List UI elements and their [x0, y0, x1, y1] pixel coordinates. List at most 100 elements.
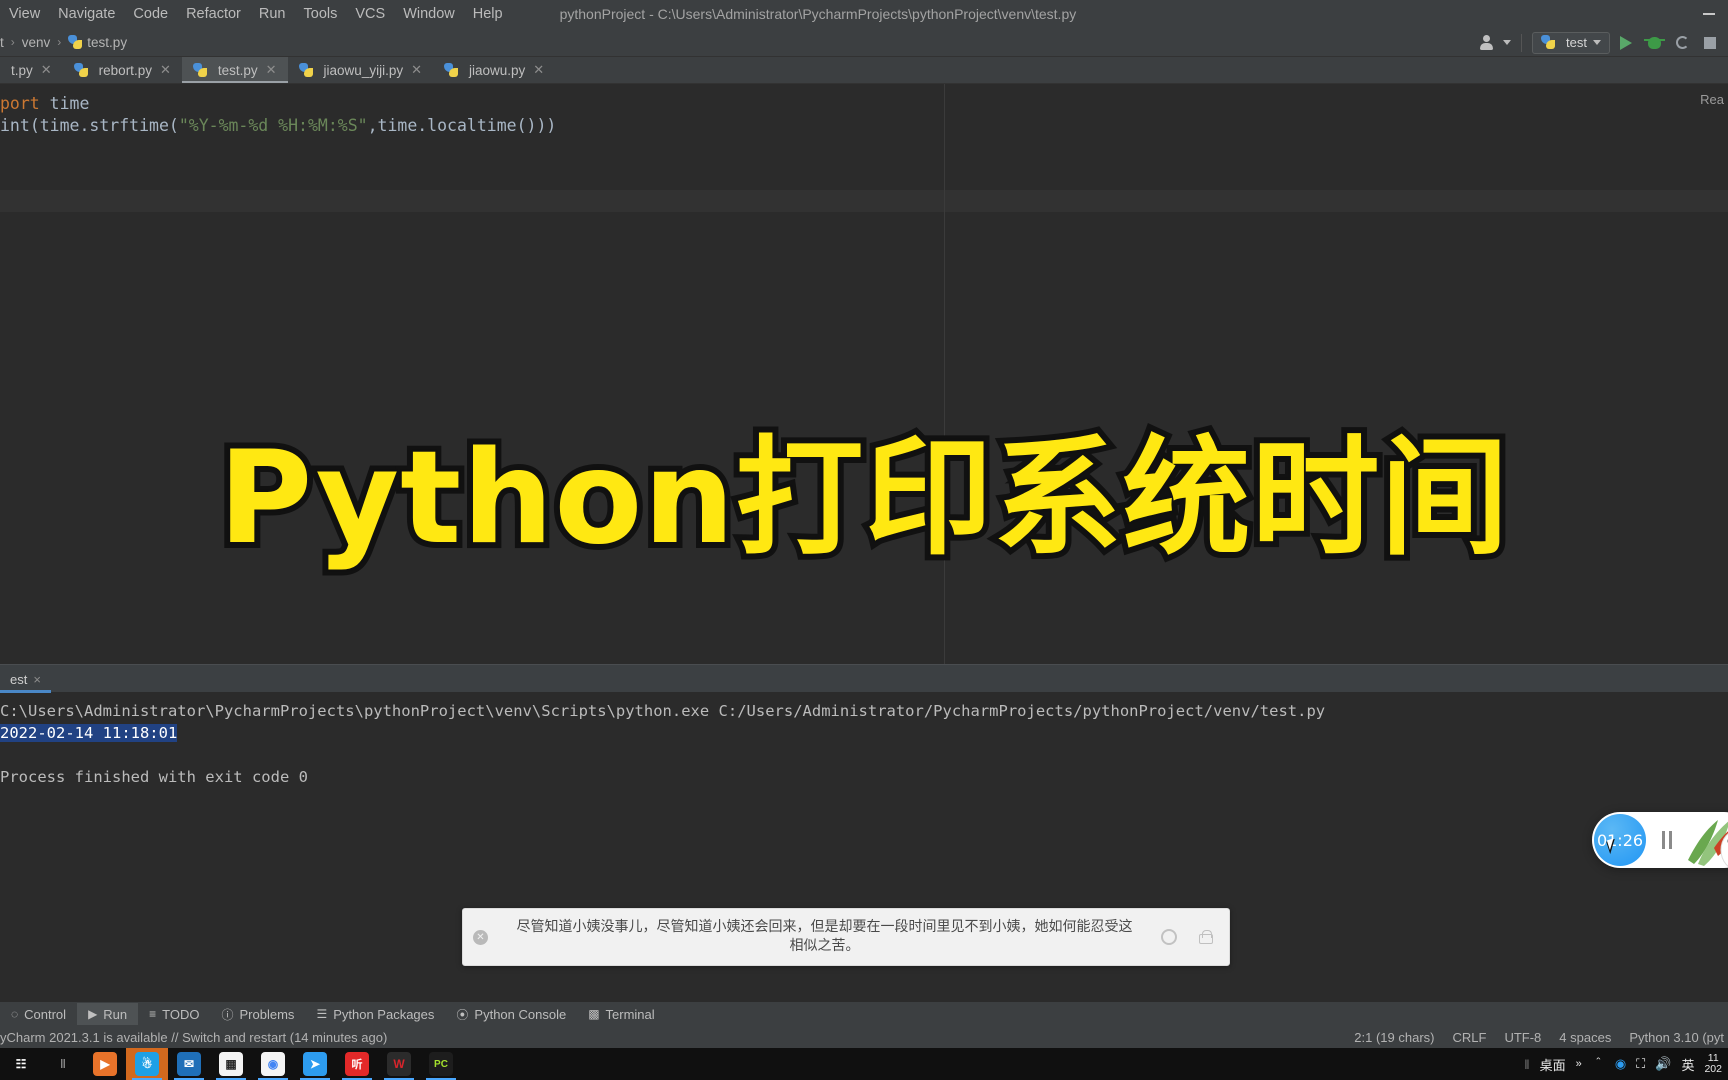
- menu-view[interactable]: View: [0, 3, 49, 25]
- code-content[interactable]: port time int(time.strftime("%Y-%m-%d %H:…: [0, 93, 556, 137]
- minimize-button[interactable]: [1696, 1, 1722, 27]
- ime-language-label[interactable]: 英: [1681, 1055, 1694, 1074]
- tool-button-todo[interactable]: ≡ TODO: [138, 1003, 210, 1025]
- close-icon[interactable]: ✕: [533, 62, 544, 78]
- gear-icon[interactable]: [1161, 929, 1177, 945]
- tool-button-python-console[interactable]: ⦿ Python Console: [445, 1003, 577, 1025]
- chevron-up-icon[interactable]: ＾: [1592, 1055, 1605, 1074]
- breadcrumb-project[interactable]: t: [0, 35, 4, 50]
- system-tray: ‖ 桌面 » ＾ ◉ ⛶ 🔊 英 11 202: [1524, 1048, 1728, 1080]
- taskbar-mail[interactable]: ✉: [168, 1048, 210, 1080]
- coverage-button[interactable]: [1670, 32, 1694, 54]
- taskbar-chrome[interactable]: ◉: [252, 1048, 294, 1080]
- close-icon[interactable]: ✕: [473, 929, 488, 945]
- lock-icon[interactable]: [1199, 930, 1213, 944]
- tool-button-python-packages[interactable]: ☰ Python Packages: [305, 1003, 445, 1025]
- run-icon: ▶: [88, 1007, 98, 1021]
- code-paren-close: )): [536, 116, 557, 135]
- tab-t-py[interactable]: t.py ✕: [0, 57, 63, 83]
- close-icon[interactable]: ×: [33, 672, 41, 687]
- close-icon[interactable]: ✕: [41, 62, 52, 78]
- taskbar-media-player[interactable]: ▶: [84, 1048, 126, 1080]
- tray-overflow-label[interactable]: »: [1576, 1058, 1582, 1070]
- python-file-icon: [192, 62, 207, 78]
- run-icon: [1620, 35, 1632, 50]
- menu-refactor[interactable]: Refactor: [177, 3, 250, 25]
- pycharm-icon: PC: [429, 1052, 453, 1076]
- code-keyword-import: port: [0, 94, 40, 113]
- ime-popup-text: 尽管知道小姨没事儿，尽管知道小姨还会回来，但是却要在一段时间里见不到小姨，她如何…: [516, 919, 1133, 954]
- tool-button-version-control[interactable]: ◌ Control: [0, 1003, 77, 1025]
- taskbar-wps[interactable]: W: [378, 1048, 420, 1080]
- tray-clock[interactable]: 11 202: [1704, 1053, 1722, 1075]
- run-button[interactable]: [1614, 32, 1638, 54]
- menu-window[interactable]: Window: [394, 3, 464, 25]
- python-file-icon: [444, 62, 458, 78]
- tab-test-py[interactable]: test.py ✕: [181, 57, 288, 83]
- menu-code[interactable]: Code: [124, 3, 177, 25]
- network-icon[interactable]: ◉: [1615, 1056, 1626, 1072]
- file-encoding[interactable]: UTF-8: [1504, 1030, 1541, 1045]
- python-interpreter[interactable]: Python 3.10 (pyt: [1629, 1030, 1724, 1045]
- tray-desktop-label[interactable]: 桌面: [1540, 1055, 1566, 1074]
- tab-jiaowu-py[interactable]: jiaowu.py ✕: [433, 57, 555, 83]
- close-icon[interactable]: ✕: [160, 62, 171, 78]
- run-tab-test[interactable]: est ×: [0, 665, 51, 693]
- media-player-icon: ▶: [93, 1052, 117, 1076]
- ime-suggestion-popup[interactable]: ✕ 尽管知道小姨没事儿，尽管知道小姨还会回来，但是却要在一段时间里见不到小姨，她…: [462, 908, 1230, 966]
- qrcode-icon: ▦: [219, 1052, 243, 1076]
- editor-tab-bar: t.py ✕ rebort.py ✕ test.py ✕ jiaowu_yiji…: [0, 57, 1728, 84]
- caret-position[interactable]: 2:1 (19 chars): [1354, 1030, 1434, 1045]
- volume-icon[interactable]: 🔊: [1655, 1056, 1671, 1072]
- taskbar-qrcode[interactable]: ▦: [210, 1048, 252, 1080]
- problems-icon: ⓘ: [221, 1007, 234, 1022]
- breadcrumb-file-label: test.py: [87, 34, 128, 50]
- code-paren-open: (: [29, 116, 40, 135]
- taskbar-dingtalk[interactable]: ➤: [294, 1048, 336, 1080]
- console-output-line: 2022-02-14 11:18:01: [0, 722, 1728, 744]
- menu-tools[interactable]: Tools: [295, 3, 347, 25]
- indent-setting[interactable]: 4 spaces: [1559, 1030, 1611, 1045]
- close-icon[interactable]: ✕: [411, 62, 422, 78]
- clock-date: 202: [1704, 1063, 1722, 1075]
- line-separator[interactable]: CRLF: [1452, 1030, 1486, 1045]
- tool-button-problems[interactable]: ⓘ Problems: [211, 1003, 306, 1025]
- tool-button-label: Control: [24, 1006, 67, 1022]
- code-editor[interactable]: Rea port time int(time.strftime("%Y-%m-%d…: [0, 84, 1728, 664]
- tool-button-terminal[interactable]: ▩ Terminal: [577, 1003, 665, 1025]
- version-control-icon: ◌: [11, 1007, 19, 1021]
- tab-label: rebort.py: [98, 62, 152, 78]
- menu-help[interactable]: Help: [464, 3, 512, 25]
- menu-run[interactable]: Run: [250, 3, 295, 25]
- terminal-icon: ▩: [588, 1007, 600, 1021]
- run-configuration-selector[interactable]: test: [1532, 31, 1610, 54]
- taskbar-ximalaya[interactable]: 听: [336, 1048, 378, 1080]
- menu-vcs[interactable]: VCS: [346, 3, 394, 25]
- timer-elapsed-label[interactable]: 01:26: [1594, 814, 1646, 866]
- packages-icon: ☰: [316, 1007, 328, 1021]
- taskbar-tim[interactable]: ☃: [126, 1048, 168, 1080]
- taskbar-task-view[interactable]: ☷: [0, 1048, 42, 1080]
- status-message[interactable]: yCharm 2021.3.1 is available // Switch a…: [0, 1030, 387, 1045]
- breadcrumb-file-testpy[interactable]: test.py: [68, 34, 128, 50]
- task-view-icon: ☷: [15, 1057, 27, 1071]
- status-bar-right: 2:1 (19 chars) CRLF UTF-8 4 spaces Pytho…: [1354, 1030, 1728, 1045]
- chevron-down-icon: [1593, 40, 1601, 45]
- user-icon[interactable]: [1477, 32, 1499, 54]
- caret-row-highlight: [0, 190, 1728, 212]
- stop-button[interactable]: [1698, 32, 1722, 54]
- chevron-down-icon[interactable]: [1503, 40, 1512, 45]
- debug-button[interactable]: [1642, 32, 1666, 54]
- display-icon[interactable]: ⛶: [1636, 1056, 1645, 1072]
- tab-jiaowu-yiji-py[interactable]: jiaowu_yiji.py ✕: [288, 57, 433, 83]
- breadcrumb-folder-venv[interactable]: venv: [22, 35, 51, 50]
- menu-navigate[interactable]: Navigate: [49, 3, 124, 25]
- taskbar-pycharm[interactable]: PC: [420, 1048, 462, 1080]
- divider-icon: ‖: [60, 1057, 66, 1071]
- pause-icon[interactable]: [1662, 831, 1672, 849]
- tool-button-run[interactable]: ▶ Run: [77, 1003, 139, 1025]
- tim-icon: ☃: [135, 1052, 159, 1076]
- coverage-icon: [1675, 36, 1689, 49]
- close-icon[interactable]: ✕: [266, 62, 277, 78]
- tab-rebort-py[interactable]: rebort.py ✕: [63, 57, 182, 83]
